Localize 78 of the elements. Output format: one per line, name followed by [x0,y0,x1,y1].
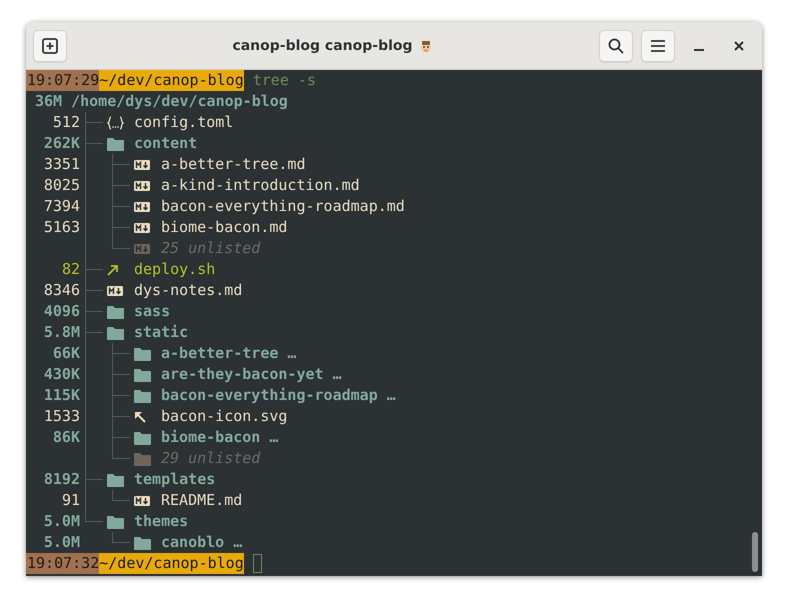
folder-icon [134,368,151,382]
file-name: dys-notes.md [134,280,242,301]
markdown-icon [107,286,123,296]
menu-button[interactable] [641,30,675,62]
markdown-icon [134,496,150,506]
size-text: 8346 [44,281,80,299]
size-text: 430K [44,365,80,383]
size-text: 82 [62,260,80,278]
folder-icon [107,472,124,486]
folder-icon [107,326,124,340]
search-button[interactable] [599,30,633,62]
file-name: README.md [161,490,242,511]
size-text: 4096 [44,302,80,320]
size-text: 5.0M [44,533,80,551]
window-title: canop-blog canop-blog [232,38,413,54]
size-text: 8025 [44,176,80,194]
file-name: templates [134,469,216,490]
folder-icon [107,136,124,150]
menu-icon [650,38,666,52]
markdown-icon [134,160,150,170]
markdown-icon [134,222,150,232]
root-path: /home/dys/dev/canop-blog [71,91,288,112]
minimize-icon [694,48,704,50]
command-text: tree -s [252,70,316,91]
file-name: are-they-bacon-yet … [161,364,342,385]
folder-icon [134,536,151,550]
prompt-time: 19:07:32 [26,553,100,574]
file-name: bacon-everything-roadmap.md [161,196,405,217]
prompt-time: 19:07:29 [26,70,100,91]
file-name: biome-bacon … [161,427,278,448]
size-text: 512 [52,113,80,131]
close-icon [734,40,744,50]
file-name: bacon-icon.svg [161,406,288,427]
file-name: 25 unlisted [161,238,260,259]
size-text: 5.8M [44,323,80,341]
size-text: 262K [44,134,80,152]
size-text: 3351 [44,155,80,173]
search-icon [607,36,625,54]
size-text: 1533 [44,407,80,425]
size-text: 36M [35,91,62,112]
file-name: config.toml [134,112,234,133]
file-name: 29 unlisted [161,448,260,469]
folder-icon [134,430,151,444]
folder-icon [134,388,151,402]
markdown-icon [134,244,150,254]
prompt-path: ~/dev/canop-blog [99,70,244,91]
size-text: 8192 [44,470,80,488]
file-name: a-better-tree.md [161,154,306,175]
size-text: 115K [44,386,80,404]
file-name: content [134,133,198,154]
file-name: a-kind-introduction.md [161,175,360,196]
file-name: deploy.sh [134,259,216,280]
folder-icon [134,452,151,466]
size-text: 66K [52,344,80,362]
markdown-icon [134,202,150,212]
file-name: bacon-everything-roadmap … [161,385,396,406]
prompt-path: ~/dev/canop-blog [99,553,244,574]
file-name: static [134,322,188,343]
plus-square-icon [41,36,59,54]
size-text: 5.0M [44,512,80,530]
scrollbar-thumb[interactable] [752,532,758,572]
size-text: 91 [62,491,80,509]
arrow-icon [134,410,146,422]
folder-icon [134,346,151,360]
new-tab-button[interactable] [33,30,67,62]
file-name: sass [134,301,170,322]
folder-icon [107,514,124,528]
size-text: 86K [52,428,80,446]
file-name: themes [134,511,188,532]
file-name: a-better-tree … [161,343,296,364]
arrow-icon [107,264,119,276]
file-name: canoblo … [161,532,242,553]
size-text: 7394 [44,197,80,215]
markdown-icon [134,180,150,190]
folder-icon [107,304,124,318]
file-name: biome-bacon.md [161,217,288,238]
braces-icon [107,116,124,130]
size-text: 5163 [44,218,80,236]
